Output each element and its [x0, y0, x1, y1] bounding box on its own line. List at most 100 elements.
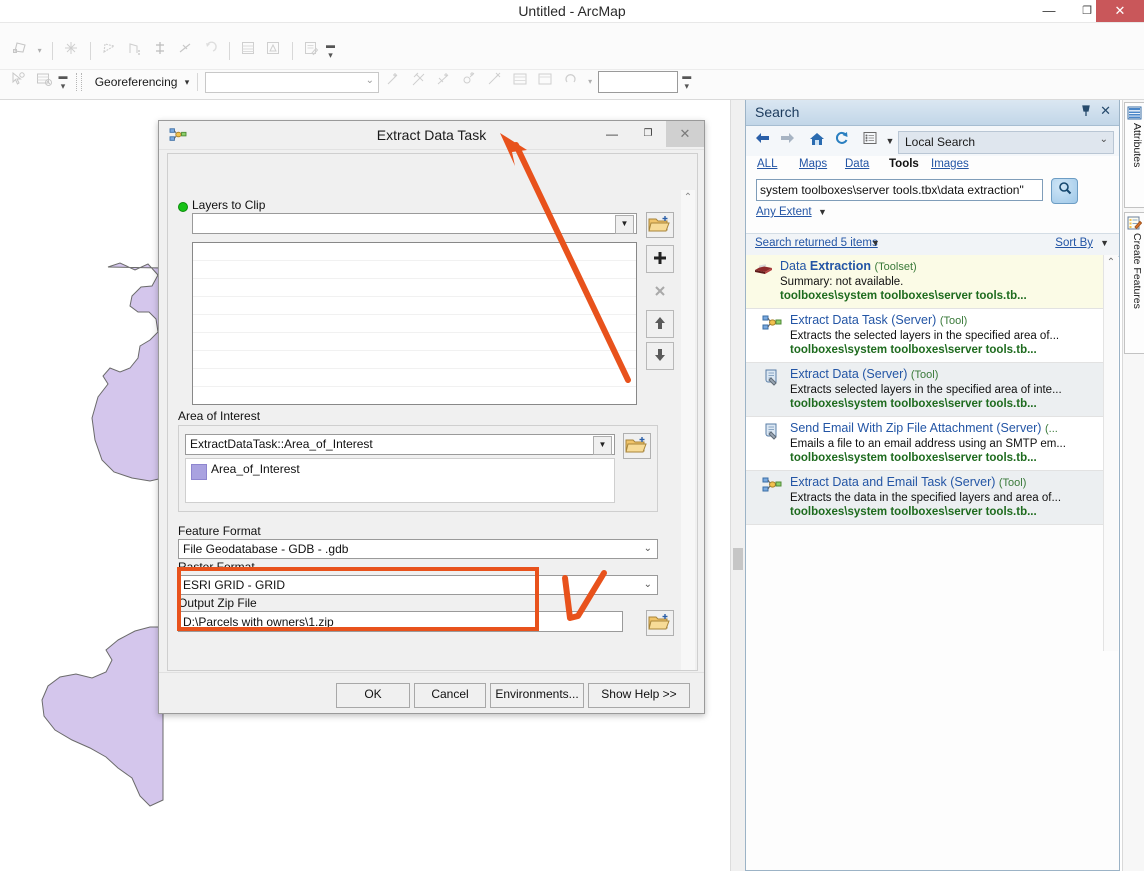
window-close-button[interactable]: ✕: [1096, 0, 1144, 22]
dialog-maximize-button[interactable]: ❐: [630, 121, 666, 147]
attribute-table-icon[interactable]: [237, 39, 259, 63]
search-result-count[interactable]: Search returned 5 items: [755, 237, 878, 249]
area-of-interest-layer-list[interactable]: Area_of_Interest: [185, 458, 615, 503]
extent-filter-arrow-icon[interactable]: ▼: [818, 207, 827, 217]
edit-attributes-icon[interactable]: [300, 39, 322, 63]
search-result-item[interactable]: Extract Data (Server) (Tool) Extracts se…: [746, 363, 1104, 417]
georef-toolbar-overflow-button[interactable]: ▬ ▾: [682, 71, 692, 93]
dialog-close-button[interactable]: ✕: [666, 121, 704, 147]
forward-arrow-icon[interactable]: [776, 130, 798, 152]
search-icon[interactable]: [1051, 178, 1078, 204]
environments-button[interactable]: Environments...: [490, 683, 584, 708]
search-result-item[interactable]: Data Extraction (Toolset) Summary: not a…: [746, 255, 1104, 309]
panel-splitter[interactable]: [730, 100, 746, 871]
split-icon[interactable]: [123, 39, 145, 63]
chevron-down-icon[interactable]: ⌄: [644, 579, 652, 590]
layers-to-clip-combo[interactable]: ▼: [192, 213, 637, 234]
ok-button[interactable]: OK: [336, 683, 410, 708]
output-zip-file-browse-button[interactable]: [646, 610, 674, 636]
tab-data[interactable]: Data: [845, 158, 869, 170]
refresh-icon[interactable]: [830, 130, 852, 152]
dialog-minimize-button[interactable]: —: [594, 121, 630, 147]
toolbar-grip[interactable]: [76, 73, 83, 91]
georeferencing-layer-combo[interactable]: ⌄: [205, 71, 379, 93]
chevron-down-icon[interactable]: ▼: [615, 215, 634, 234]
auto-register-icon[interactable]: [408, 70, 430, 94]
dock-tab-attributes[interactable]: Attributes: [1124, 102, 1144, 208]
topology-icon[interactable]: [262, 39, 284, 63]
list-row[interactable]: [193, 279, 636, 297]
construct-point-icon[interactable]: [149, 39, 171, 63]
list-row[interactable]: [193, 315, 636, 333]
list-row[interactable]: [193, 261, 636, 279]
search-result-summary: Summary: not available.: [780, 276, 904, 288]
undo-arc-icon[interactable]: [199, 39, 221, 63]
feature-format-combo[interactable]: File Geodatabase - GDB - .gdb ⌄: [178, 539, 658, 559]
dock-tab-create-features[interactable]: Create Features: [1124, 212, 1144, 354]
home-icon[interactable]: [806, 130, 828, 152]
select-feature-icon[interactable]: [7, 70, 29, 94]
search-input[interactable]: system toolboxes\server tools.tbx\data e…: [756, 179, 1043, 201]
editor-dropdown-arrow-icon[interactable]: ▾: [35, 39, 45, 63]
rotate-dropdown-arrow-icon[interactable]: ▾: [585, 70, 595, 94]
search-result-item[interactable]: Extract Data and Email Task (Server) (To…: [746, 471, 1104, 525]
result-count-arrow-icon[interactable]: ▼: [871, 238, 880, 248]
layers-to-clip-listbox[interactable]: [192, 242, 637, 405]
search-result-item[interactable]: Extract Data Task (Server) (Tool) Extrac…: [746, 309, 1104, 363]
layers-to-clip-browse-button[interactable]: [646, 212, 674, 238]
splitter-grip[interactable]: [733, 548, 743, 570]
list-row[interactable]: [193, 243, 636, 261]
table-clear-icon[interactable]: [33, 70, 55, 94]
toolbar-overflow-button[interactable]: ▬ ▾: [326, 40, 336, 62]
move-layer-down-button[interactable]: [646, 342, 674, 370]
search-result-path: toolboxes\system toolboxes\server tools.…: [790, 452, 1037, 464]
rotation-angle-input[interactable]: [598, 71, 679, 93]
sort-by-arrow-icon[interactable]: ▼: [1100, 238, 1109, 248]
show-help-button[interactable]: Show Help >>: [588, 683, 690, 708]
area-of-interest-browse-button[interactable]: [623, 433, 651, 459]
search-panel-close-button[interactable]: ✕: [1100, 103, 1111, 119]
view-link-table-icon[interactable]: [509, 70, 531, 94]
extent-filter-link[interactable]: Any Extent: [756, 206, 812, 218]
list-view-icon[interactable]: [859, 130, 881, 152]
search-result-item[interactable]: Send Email With Zip File Attachment (Ser…: [746, 417, 1104, 471]
list-row[interactable]: [193, 387, 636, 404]
tab-maps[interactable]: Maps: [799, 158, 827, 170]
move-layer-up-button[interactable]: [646, 310, 674, 338]
sketch-icon[interactable]: [60, 39, 82, 63]
chevron-down-icon[interactable]: ▼: [593, 436, 612, 455]
intersect-icon[interactable]: [174, 39, 196, 63]
link-table-add-icon[interactable]: [433, 70, 455, 94]
list-row[interactable]: [193, 351, 636, 369]
chevron-down-icon[interactable]: ⌄: [644, 543, 652, 554]
delete-link-icon[interactable]: [458, 70, 480, 94]
editor-polygon-icon[interactable]: [9, 39, 31, 63]
area-of-interest-combo[interactable]: ExtractDataTask::Area_of_Interest ▼: [185, 434, 615, 455]
list-row[interactable]: [193, 369, 636, 387]
georef-overflow-button[interactable]: ▬ ▾: [58, 71, 68, 93]
tab-images[interactable]: Images: [931, 158, 969, 170]
rotate-icon[interactable]: [560, 70, 582, 94]
cancel-button[interactable]: Cancel: [414, 683, 486, 708]
window-minimize-button[interactable]: —: [1030, 0, 1068, 22]
tab-all[interactable]: ALL: [757, 158, 777, 170]
clear-links-icon[interactable]: [484, 70, 506, 94]
sort-by-link[interactable]: Sort By: [1055, 237, 1093, 249]
tab-tools[interactable]: Tools: [889, 158, 919, 170]
back-arrow-icon[interactable]: [752, 130, 774, 152]
georeferencing-menu[interactable]: Georeferencing: [91, 75, 182, 89]
list-row[interactable]: [193, 297, 636, 315]
pin-icon[interactable]: [1080, 104, 1092, 120]
add-control-points-icon[interactable]: [382, 70, 404, 94]
add-layer-button[interactable]: [646, 245, 674, 273]
scroll-up-icon[interactable]: ⌃: [1105, 257, 1117, 268]
dialog-scrollbar[interactable]: ⌃ ⌄: [681, 190, 695, 670]
search-scope-combo[interactable]: Local Search ⌄: [898, 131, 1114, 154]
scroll-up-icon[interactable]: ⌃: [682, 192, 694, 203]
search-results-scrollbar[interactable]: ⌃: [1103, 255, 1118, 651]
trace-icon[interactable]: [98, 39, 120, 63]
georeferencing-menu-arrow-icon[interactable]: ▾: [185, 77, 190, 88]
fit-to-display-icon[interactable]: [534, 70, 556, 94]
list-row[interactable]: [193, 333, 636, 351]
remove-layer-button[interactable]: [646, 278, 674, 306]
